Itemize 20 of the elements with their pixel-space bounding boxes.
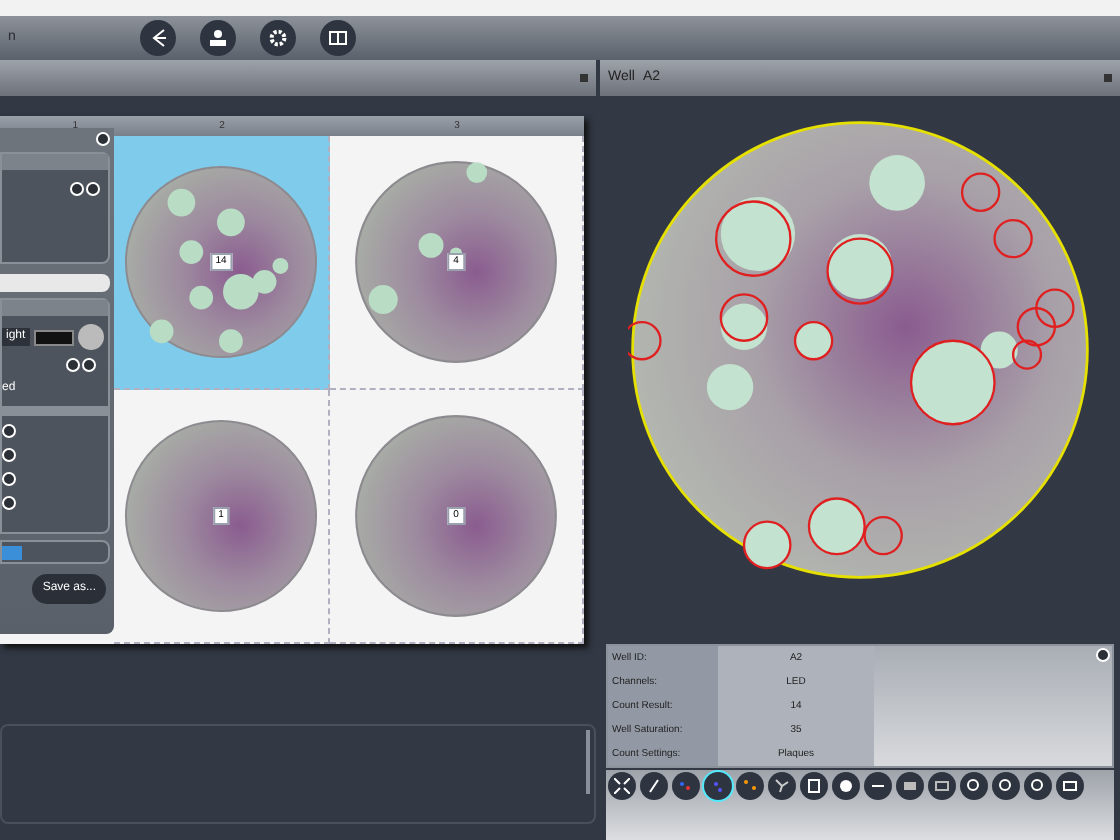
zoom-icon[interactable]	[992, 772, 1020, 800]
users-icon[interactable]	[200, 20, 236, 56]
color-swatch[interactable]	[33, 329, 74, 345]
square-icon[interactable]	[928, 772, 956, 800]
square-icon[interactable]	[896, 772, 924, 800]
section-header	[2, 154, 108, 170]
document-icon[interactable]	[800, 772, 828, 800]
fit-icon[interactable]	[608, 772, 636, 800]
section-header	[2, 300, 108, 316]
scrollbar-icon[interactable]	[586, 730, 590, 794]
pen-icon[interactable]	[640, 772, 668, 800]
book-icon[interactable]	[320, 20, 356, 56]
zoom-icon[interactable]	[1024, 772, 1052, 800]
settings-icon[interactable]	[260, 20, 296, 56]
dropdown-field[interactable]	[0, 274, 110, 292]
dots-icon[interactable]	[672, 772, 700, 800]
image-icon[interactable]	[1056, 772, 1084, 800]
dots-icon[interactable]	[704, 772, 732, 800]
mode-field[interactable]	[0, 540, 110, 564]
zoom-icon[interactable]	[960, 772, 988, 800]
